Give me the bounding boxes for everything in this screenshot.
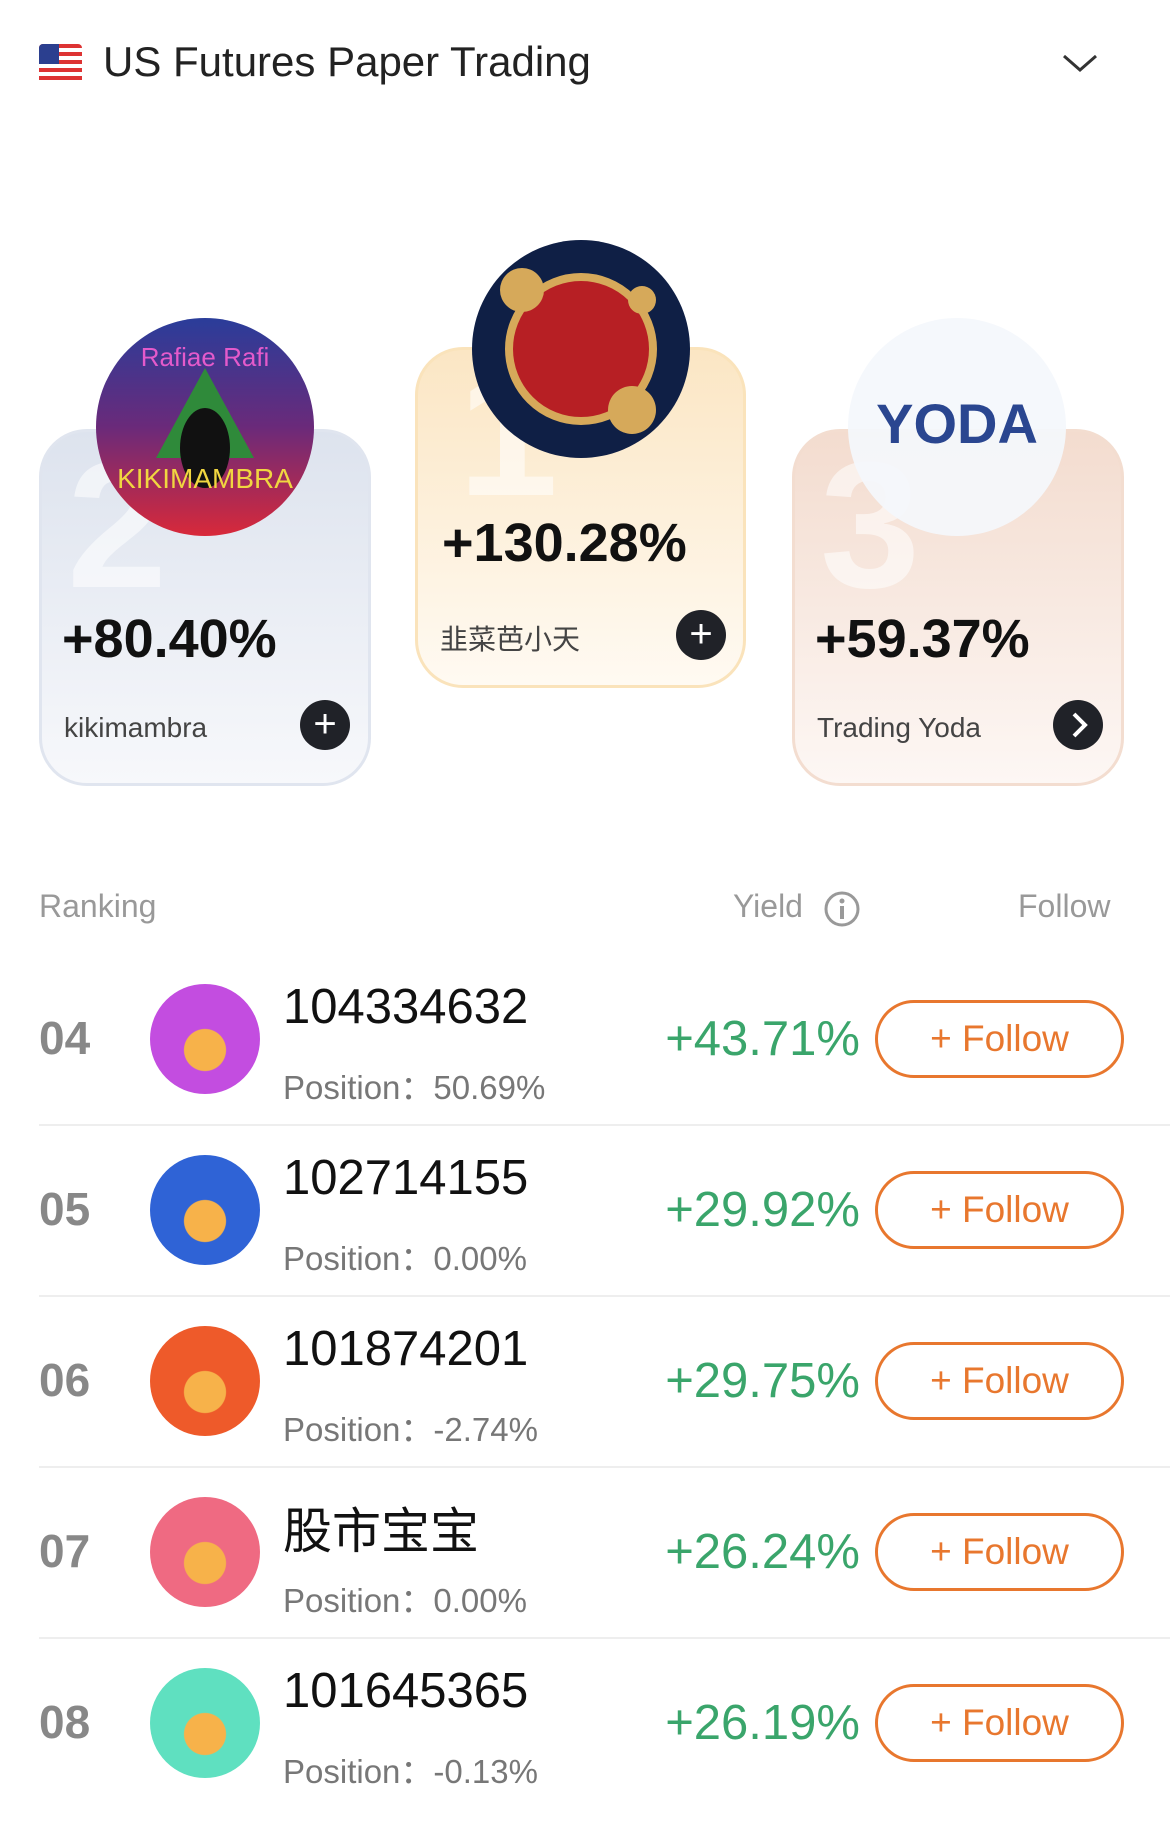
trader-name: 韭菜芭小天 — [440, 624, 581, 655]
header-ranking: Ranking — [39, 888, 157, 924]
avatar[interactable] — [150, 1155, 260, 1265]
avatar: Rafiae Rafi KIKIMAMBRA — [96, 318, 314, 536]
follow-button[interactable]: + Follow — [875, 1171, 1124, 1249]
view-profile-button[interactable] — [1053, 700, 1103, 750]
svg-text:KIKIMAMBRA: KIKIMAMBRA — [117, 463, 293, 494]
avatar[interactable] — [150, 1326, 260, 1436]
follow-button[interactable]: + Follow — [875, 1342, 1124, 1420]
trader-name[interactable]: 101645365 — [283, 1663, 528, 1719]
svg-text:Rafiae Rafi: Rafiae Rafi — [141, 342, 270, 372]
rank: 07 — [39, 1525, 91, 1577]
position: Position：-2.74% — [283, 1411, 538, 1448]
trader-name[interactable]: 股市宝宝 — [283, 1492, 479, 1563]
rank: 06 — [39, 1354, 91, 1406]
trader-name[interactable]: 101874201 — [283, 1321, 528, 1377]
follow-button[interactable]: + Follow — [875, 1513, 1124, 1591]
info-icon[interactable] — [823, 890, 861, 928]
follow-button[interactable]: + Follow — [875, 1684, 1124, 1762]
follow-plus-button[interactable]: + — [300, 700, 350, 750]
avatar — [472, 240, 690, 458]
rank: 08 — [39, 1696, 91, 1748]
divider — [39, 1295, 1170, 1297]
divider — [39, 1124, 1170, 1126]
yield: +43.71% — [665, 1012, 860, 1066]
chevron-right-icon — [1072, 712, 1088, 738]
yield: +80.40% — [62, 609, 277, 669]
position: Position：0.00% — [283, 1240, 527, 1277]
us-flag-icon — [39, 44, 82, 84]
yield: +26.24% — [665, 1525, 860, 1579]
trader-name: Trading Yoda — [817, 712, 981, 743]
rank: 04 — [39, 1012, 91, 1064]
trader-name[interactable]: 102714155 — [283, 1150, 528, 1206]
header-follow: Follow — [1018, 888, 1111, 924]
chevron-down-icon[interactable] — [1060, 48, 1100, 78]
yield: +29.75% — [665, 1354, 860, 1408]
divider — [39, 1466, 1170, 1468]
follow-button[interactable]: + Follow — [875, 1000, 1124, 1078]
avatar[interactable] — [150, 1668, 260, 1778]
trader-name: kikimambra — [64, 712, 208, 743]
svg-text:YODA: YODA — [876, 392, 1038, 455]
header-yield: Yield — [733, 888, 803, 924]
rank: 05 — [39, 1183, 91, 1235]
position: Position：-0.13% — [283, 1753, 538, 1790]
page-title: US Futures Paper Trading — [103, 38, 591, 85]
position: Position：50.69% — [283, 1069, 546, 1106]
divider — [39, 1637, 1170, 1639]
avatar: YODA — [848, 318, 1066, 536]
trader-name[interactable]: 104334632 — [283, 979, 528, 1035]
yield: +26.19% — [665, 1696, 860, 1750]
yield: +130.28% — [442, 513, 687, 573]
yield: +59.37% — [815, 609, 1030, 669]
yield: +29.92% — [665, 1183, 860, 1237]
position: Position：0.00% — [283, 1582, 527, 1619]
avatar[interactable] — [150, 1497, 260, 1607]
avatar[interactable] — [150, 984, 260, 1094]
follow-plus-button[interactable]: + — [676, 610, 726, 660]
